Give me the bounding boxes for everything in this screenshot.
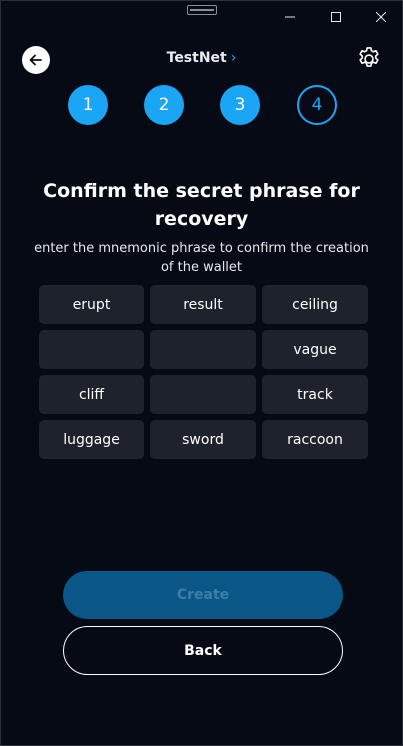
mnemonic-word-slot[interactable]: vague (262, 330, 368, 369)
app-window: TestNet › 1 2 3 4 Confirm the secret phra… (0, 0, 403, 746)
back-button[interactable]: Back (63, 626, 343, 675)
maximize-icon (331, 12, 341, 22)
mnemonic-word-slot[interactable]: erupt (39, 285, 144, 324)
create-button[interactable]: Create (63, 571, 343, 619)
settings-button[interactable] (354, 44, 384, 74)
page-title: Confirm the secret phrase for recovery (43, 180, 360, 230)
minimize-button[interactable] (267, 1, 313, 33)
minimize-icon (285, 16, 295, 18)
step-3: 3 (220, 85, 260, 125)
network-selector[interactable]: TestNet › (1, 50, 402, 66)
drag-handle-icon[interactable] (187, 5, 217, 15)
maximize-button[interactable] (313, 1, 359, 33)
mnemonic-grid: erupt result ceiling vague cliff track l… (39, 285, 368, 459)
mnemonic-word-slot[interactable]: raccoon (262, 420, 368, 459)
mnemonic-word-slot[interactable] (150, 375, 256, 414)
step-1: 1 (68, 85, 108, 125)
mnemonic-word-slot[interactable] (150, 330, 256, 369)
app-header: TestNet › (1, 41, 402, 81)
stepper: 1 2 3 4 (1, 85, 402, 127)
mnemonic-word-slot[interactable]: ceiling (262, 285, 368, 324)
mnemonic-word-slot[interactable]: cliff (39, 375, 144, 414)
close-button[interactable] (358, 1, 403, 33)
step-2: 2 (144, 85, 184, 125)
step-4: 4 (297, 85, 337, 125)
chevron-right-icon: › (230, 50, 237, 66)
title-bar[interactable] (1, 1, 402, 33)
page-subtitle: enter the mnemonic phrase to confirm the… (34, 241, 369, 275)
network-name[interactable]: TestNet (167, 50, 227, 66)
mnemonic-word-slot[interactable]: result (150, 285, 256, 324)
mnemonic-word-slot[interactable] (39, 330, 144, 369)
gear-icon (359, 47, 379, 67)
close-icon (376, 12, 386, 22)
mnemonic-word-slot[interactable]: track (262, 375, 368, 414)
mnemonic-word-slot[interactable]: sword (150, 420, 256, 459)
mnemonic-word-slot[interactable]: luggage (39, 420, 144, 459)
